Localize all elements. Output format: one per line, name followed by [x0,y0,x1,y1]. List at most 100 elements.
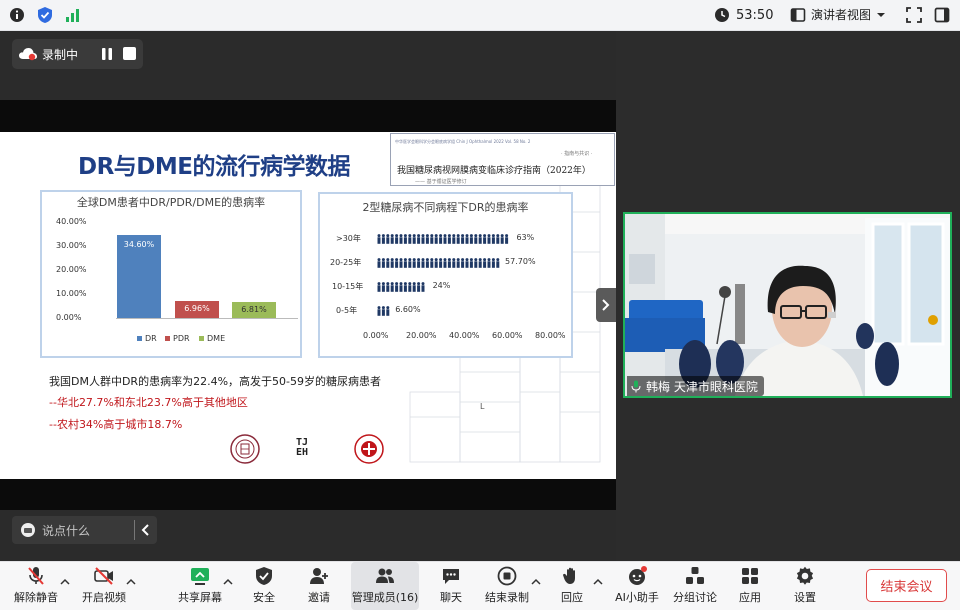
chevron-right-icon [602,299,610,311]
info-icon[interactable] [8,6,26,24]
invite-label: 邀请 [308,591,330,604]
legend-swatch [165,336,170,341]
presentation-slide: DR与DME的流行病学数据 中华医学会眼科学分会眼底病学组 Chin J Oph… [0,132,616,479]
chart-prevalence-global: 全球DM患者中DR/PDR/DME的患病率 40.00% 30.00% 20.00%… [40,190,302,358]
comment-divider [134,520,135,540]
chart-prevalence-duration: 2型糖尿病不同病程下DR的患病率 >30年 63% 20-25年 57.70% 10-1… [318,192,573,358]
apps-icon [742,568,758,584]
add-user-icon [310,568,328,584]
comment-input[interactable]: 说点什么 [12,516,157,544]
guideline-tag: · 指南与共识 · [561,151,593,157]
legend-swatch [199,336,204,341]
chevron-up-icon[interactable] [126,578,136,586]
start-video-label: 开启视频 [82,591,126,604]
chart1-bar-label: 6.96% [184,304,210,314]
chat-label: 聊天 [440,591,462,604]
guideline-title: 我国糖尿病视网膜病变临床诊疗指南（2022年） [397,166,591,176]
stat-line-3: --农村34%高于城市18.7% [49,418,183,431]
chart2-xtick: 20.00% [406,331,437,340]
reactions-button[interactable]: 回应 [550,562,594,610]
chart2-value-label: 63% [516,233,535,242]
pause-icon[interactable] [98,45,116,63]
mic-muted-icon [28,567,44,585]
university-seal-logo [230,434,260,464]
next-page-button[interactable] [596,288,616,322]
chevron-left-icon[interactable] [140,523,152,537]
stop-icon[interactable] [123,47,136,60]
manage-members-button[interactable]: 管理成员(16) [351,562,419,610]
breakout-rooms-label: 分组讨论 [673,591,717,604]
manage-members-label: 管理成员(16) [351,591,419,604]
signal-icon[interactable] [64,6,82,24]
reactions-label: 回应 [561,591,583,604]
clock-icon [715,8,729,22]
chevron-up-icon[interactable] [60,578,70,586]
recording-bar: 录制中 [12,39,143,69]
unmute-button[interactable]: 解除静音 [10,562,62,610]
share-screen-button[interactable]: 共享屏幕 [174,562,226,610]
chart2-title: 2型糖尿病不同病程下DR的患病率 [362,201,529,214]
chevron-up-icon[interactable] [531,578,541,586]
settings-button[interactable]: 设置 [783,562,827,610]
chart2-xtick: 0.00% [363,331,389,340]
stop-recording-label: 结束录制 [485,591,529,604]
comment-icon [21,523,35,537]
chevron-up-icon[interactable] [223,578,233,586]
layout-icon [790,7,806,22]
shield-check-icon[interactable] [36,6,54,24]
cloud-icon [19,48,37,61]
recording-label: 录制中 [42,47,79,62]
legend-label: DR [145,334,157,343]
shield-icon [256,567,272,585]
security-button[interactable]: 安全 [240,562,288,610]
chart1-legend-item: PDR [165,334,190,343]
apps-button[interactable]: 应用 [728,562,772,610]
stop-record-icon [497,566,517,586]
hospital-seal-logo [354,434,384,464]
members-icon [376,568,394,583]
fullscreen-icon[interactable] [906,7,922,23]
tjeh-logo: TJ EH [296,437,309,458]
stat-line-2: --华北27.7%和东北23.7%高于其他地区 [49,396,248,409]
participant-name-tag: 韩梅 天津市眼科医院 [627,376,764,396]
apps-label: 应用 [739,591,761,604]
ai-assistant-button[interactable]: AI小助手 [612,562,662,610]
stop-recording-button[interactable]: 结束录制 [481,562,533,610]
stat-line-1: 我国DM人群中DR的患病率为22.4%，高发于50-59岁的糖尿病患者 [49,375,381,388]
breakout-rooms-button[interactable]: 分组讨论 [670,562,720,610]
chart2-xtick: 60.00% [492,331,523,340]
chat-button[interactable]: 聊天 [429,562,473,610]
participant-video[interactable]: 韩梅 天津市眼科医院 [623,212,952,398]
chart2-bar [377,258,500,268]
chart2-xtick: 40.00% [449,331,480,340]
chat-icon [443,569,459,584]
invite-button[interactable]: 邀请 [296,562,342,610]
legend-label: PDR [173,334,190,343]
chevron-up-icon[interactable] [593,578,603,586]
ai-assistant-icon [629,566,647,585]
guideline-header: 中华医学会眼科学分会眼底病学组 Chin J Ophthalmol 2022 V… [395,139,531,144]
slide-title: DR与DME的流行病学数据 [78,154,351,180]
chart1-ytick: 10.00% [56,289,87,298]
guideline-byline: —— 基于循证医学修订 [415,179,467,185]
chart1-ytick: 20.00% [56,265,87,274]
guideline-thumbnail: 中华医学会眼科学分会眼底病学组 Chin J Ophthalmol 2022 V… [390,133,615,186]
ai-assistant-label: AI小助手 [615,591,659,604]
end-meeting-button[interactable]: 结束会议 [866,569,947,602]
chart2-category-label: 10-15年 [332,282,364,291]
chart2-bar [377,306,390,316]
legend-swatch [137,336,142,341]
chart2-value-label: 24% [432,281,451,290]
settings-label: 设置 [794,591,816,604]
start-video-button[interactable]: 开启视频 [78,562,130,610]
video-feed [625,214,950,396]
window-icon[interactable] [934,7,950,23]
view-switch-button[interactable]: 演讲者视图 [790,6,886,23]
chart1-title: 全球DM患者中DR/PDR/DME的患病率 [76,196,266,209]
chart2-category-label: >30年 [336,234,361,243]
legend-label: DME [207,334,226,343]
top-bar: 53:50 演讲者视图 [0,0,960,31]
view-label: 演讲者视图 [811,8,872,22]
security-label: 安全 [253,591,275,604]
chart2-value-label: 6.60% [395,305,421,314]
